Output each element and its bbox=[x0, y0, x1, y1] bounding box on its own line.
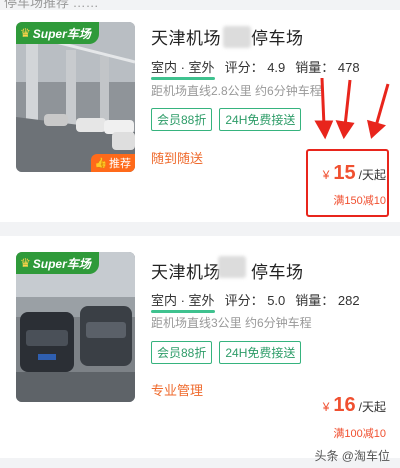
tag-shuttle: 24H免费接送 bbox=[219, 341, 302, 364]
watermark-text: 头条 @淘车位 bbox=[314, 449, 390, 463]
tag-shuttle: 24H免费接送 bbox=[219, 108, 302, 131]
promo-text: 随到随送 bbox=[151, 151, 204, 166]
promo-text: 专业管理 bbox=[151, 383, 204, 398]
distance-text: 距机场直线2.8公里 约6分钟车程 bbox=[151, 84, 322, 98]
location-type: 室内 · 室外 bbox=[151, 57, 215, 80]
tag-member-discount: 会员88折 bbox=[151, 108, 213, 131]
super-badge: ♛ Super车场 bbox=[16, 252, 99, 274]
annotation-arrows bbox=[314, 78, 390, 140]
sales: 销量： 478 bbox=[295, 60, 360, 75]
tag-member-discount: 会员88折 bbox=[151, 341, 213, 364]
price-highlight-box bbox=[306, 149, 389, 217]
crown-icon: ♛ bbox=[20, 26, 31, 40]
discount-text: 满100减10 bbox=[333, 428, 386, 440]
parking-lot-photo[interactable]: ♛ Super车场 👍 推荐 bbox=[16, 22, 135, 172]
recommend-badge: 👍 推荐 bbox=[90, 154, 135, 172]
parking-lot-photo[interactable]: ♛ Super车场 bbox=[16, 252, 135, 402]
distance-text: 距机场直线3公里 约6分钟车程 bbox=[151, 316, 312, 330]
redacted-name-blur bbox=[218, 256, 246, 278]
top-partial-bar: 停车场推荐 …… bbox=[0, 0, 400, 10]
crown-icon: ♛ bbox=[20, 256, 31, 270]
tag-list: 会员88折 24H免费接送 bbox=[151, 108, 308, 131]
thumbs-up-icon: 👍 bbox=[94, 157, 107, 169]
price: ¥ 16 /天起 bbox=[322, 394, 386, 416]
indoor-garage-image bbox=[16, 22, 135, 172]
sales: 销量： 282 bbox=[295, 293, 360, 308]
outdoor-lot-image bbox=[16, 252, 135, 402]
rating: 评分： 5.0 bbox=[224, 293, 286, 308]
listing-meta: 室内 · 室外 评分： 4.9 销量： 478 bbox=[151, 57, 370, 80]
super-badge: ♛ Super车场 bbox=[16, 22, 99, 44]
parking-listing-card[interactable]: ♛ Super车场 天津机场 停车场 室内 · 室外 评分： 5.0 销量： 28… bbox=[0, 236, 400, 458]
tag-list: 会员88折 24H免费接送 bbox=[151, 341, 308, 364]
redacted-name-blur bbox=[223, 26, 251, 48]
listing-meta: 室内 · 室外 评分： 5.0 销量： 282 bbox=[151, 290, 370, 313]
rating: 评分： 4.9 bbox=[224, 60, 286, 75]
top-partial-text: 停车场推荐 …… bbox=[4, 0, 99, 10]
location-type: 室内 · 室外 bbox=[151, 290, 215, 313]
